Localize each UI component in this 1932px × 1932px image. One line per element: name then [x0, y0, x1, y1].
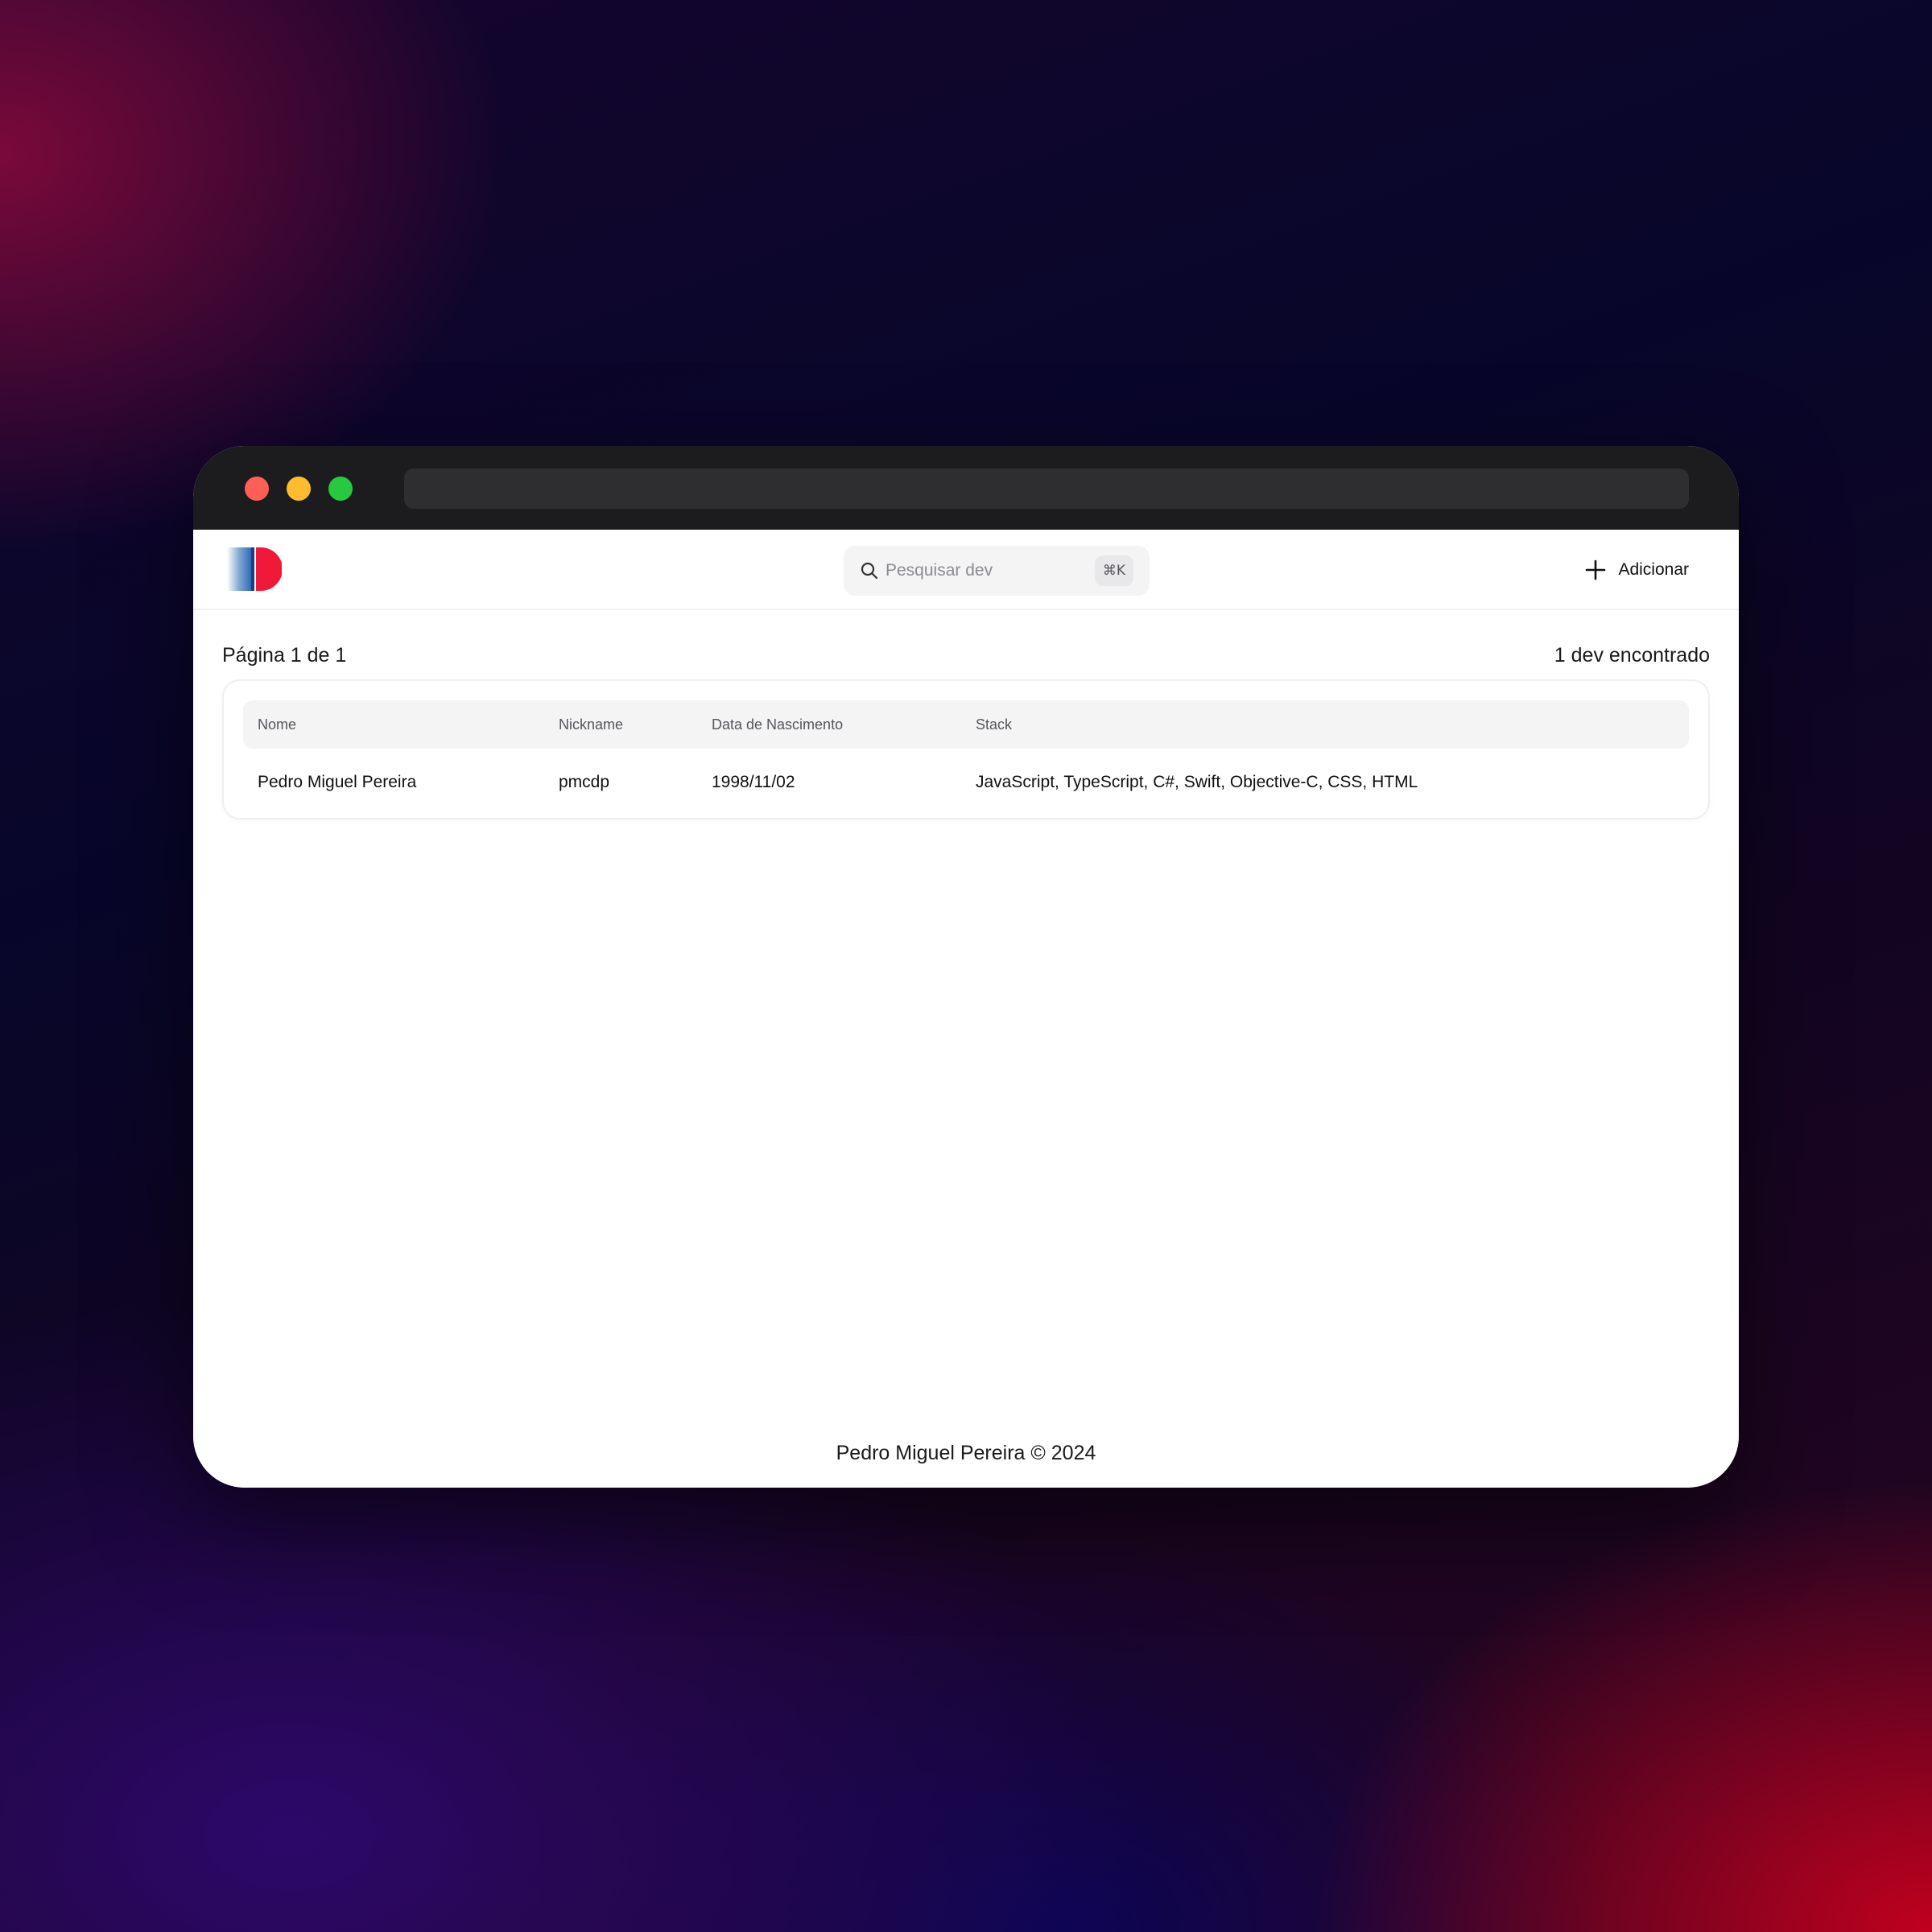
search-box[interactable]: ⌘K [844, 546, 1150, 596]
navbar: ⌘K Adicionar [193, 530, 1739, 610]
table-header: Nome Nickname Data de Nascimento Stack [243, 700, 1689, 749]
maximize-window-button[interactable] [328, 477, 353, 501]
column-header-nome[interactable]: Nome [258, 700, 296, 749]
column-header-data-nascimento[interactable]: Data de Nascimento [712, 700, 843, 749]
column-header-nickname[interactable]: Nickname [559, 700, 623, 749]
devs-table: Nome Nickname Data de Nascimento Stack P… [222, 679, 1710, 819]
close-window-button[interactable] [245, 477, 269, 501]
title-bar [193, 446, 1739, 530]
logo-icon[interactable] [224, 546, 282, 592]
cell-stack: JavaScript, TypeScript, C#, Swift, Objec… [976, 773, 1418, 791]
search-input[interactable] [886, 546, 1079, 596]
add-dev-button[interactable]: Adicionar [1584, 551, 1689, 589]
address-bar[interactable] [404, 469, 1689, 509]
app-content: ⌘K Adicionar Página 1 de 1 1 dev encontr… [193, 530, 1739, 1488]
cell-nickname: pmcdp [559, 773, 610, 791]
minimize-window-button[interactable] [287, 477, 311, 501]
shortcut-hint: ⌘K [1094, 555, 1133, 586]
search-icon [861, 562, 878, 580]
results-count: 1 dev encontrado [1554, 643, 1710, 667]
table-row[interactable]: Pedro Miguel Pereira pmcdp 1998/11/02 Ja… [243, 758, 1689, 807]
browser-window: ⌘K Adicionar Página 1 de 1 1 dev encontr… [193, 446, 1739, 1488]
plus-icon [1586, 559, 1606, 580]
footer: Pedro Miguel Pereira © 2024 [836, 1442, 1096, 1464]
page-indicator: Página 1 de 1 [222, 643, 347, 667]
column-header-stack[interactable]: Stack [976, 700, 1012, 749]
add-button-label: Adicionar [1618, 560, 1689, 579]
results-meta: Página 1 de 1 1 dev encontrado [222, 639, 1710, 671]
cell-data-nascimento: 1998/11/02 [712, 773, 795, 791]
cell-nome: Pedro Miguel Pereira [258, 773, 417, 791]
